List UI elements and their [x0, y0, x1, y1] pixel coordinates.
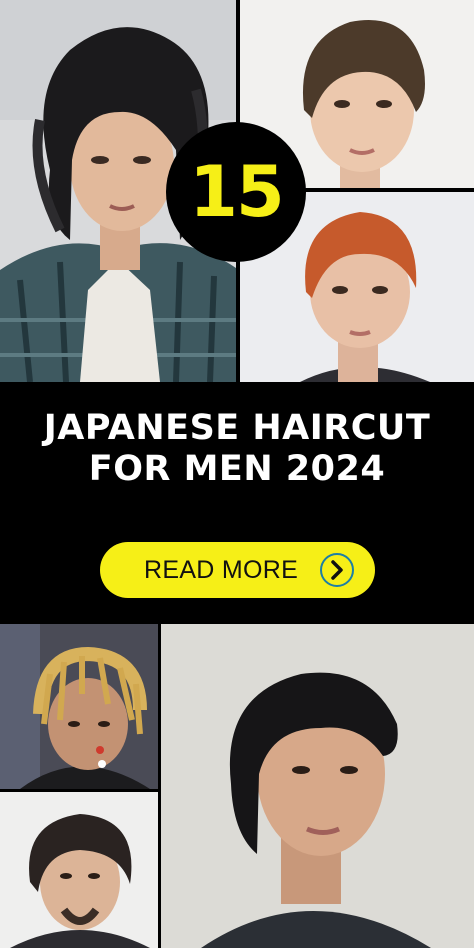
headline-line-1: JAPANESE HAIRCUT [43, 408, 431, 448]
badge-number: 15 [189, 151, 284, 233]
read-more-button[interactable]: READ MORE [100, 542, 375, 598]
count-badge: 15 [166, 122, 306, 262]
headline-line-2: FOR MEN 2024 [88, 449, 386, 489]
read-more-label: READ MORE [144, 555, 299, 584]
photo-curly-hair-beard [0, 792, 158, 948]
headline: JAPANESE HAIRCUT FOR MEN 2024 [0, 408, 474, 490]
photo-black-mullet-hair [161, 624, 474, 948]
chevron-right-icon [320, 553, 354, 587]
photo-blonde-braids [0, 624, 158, 789]
